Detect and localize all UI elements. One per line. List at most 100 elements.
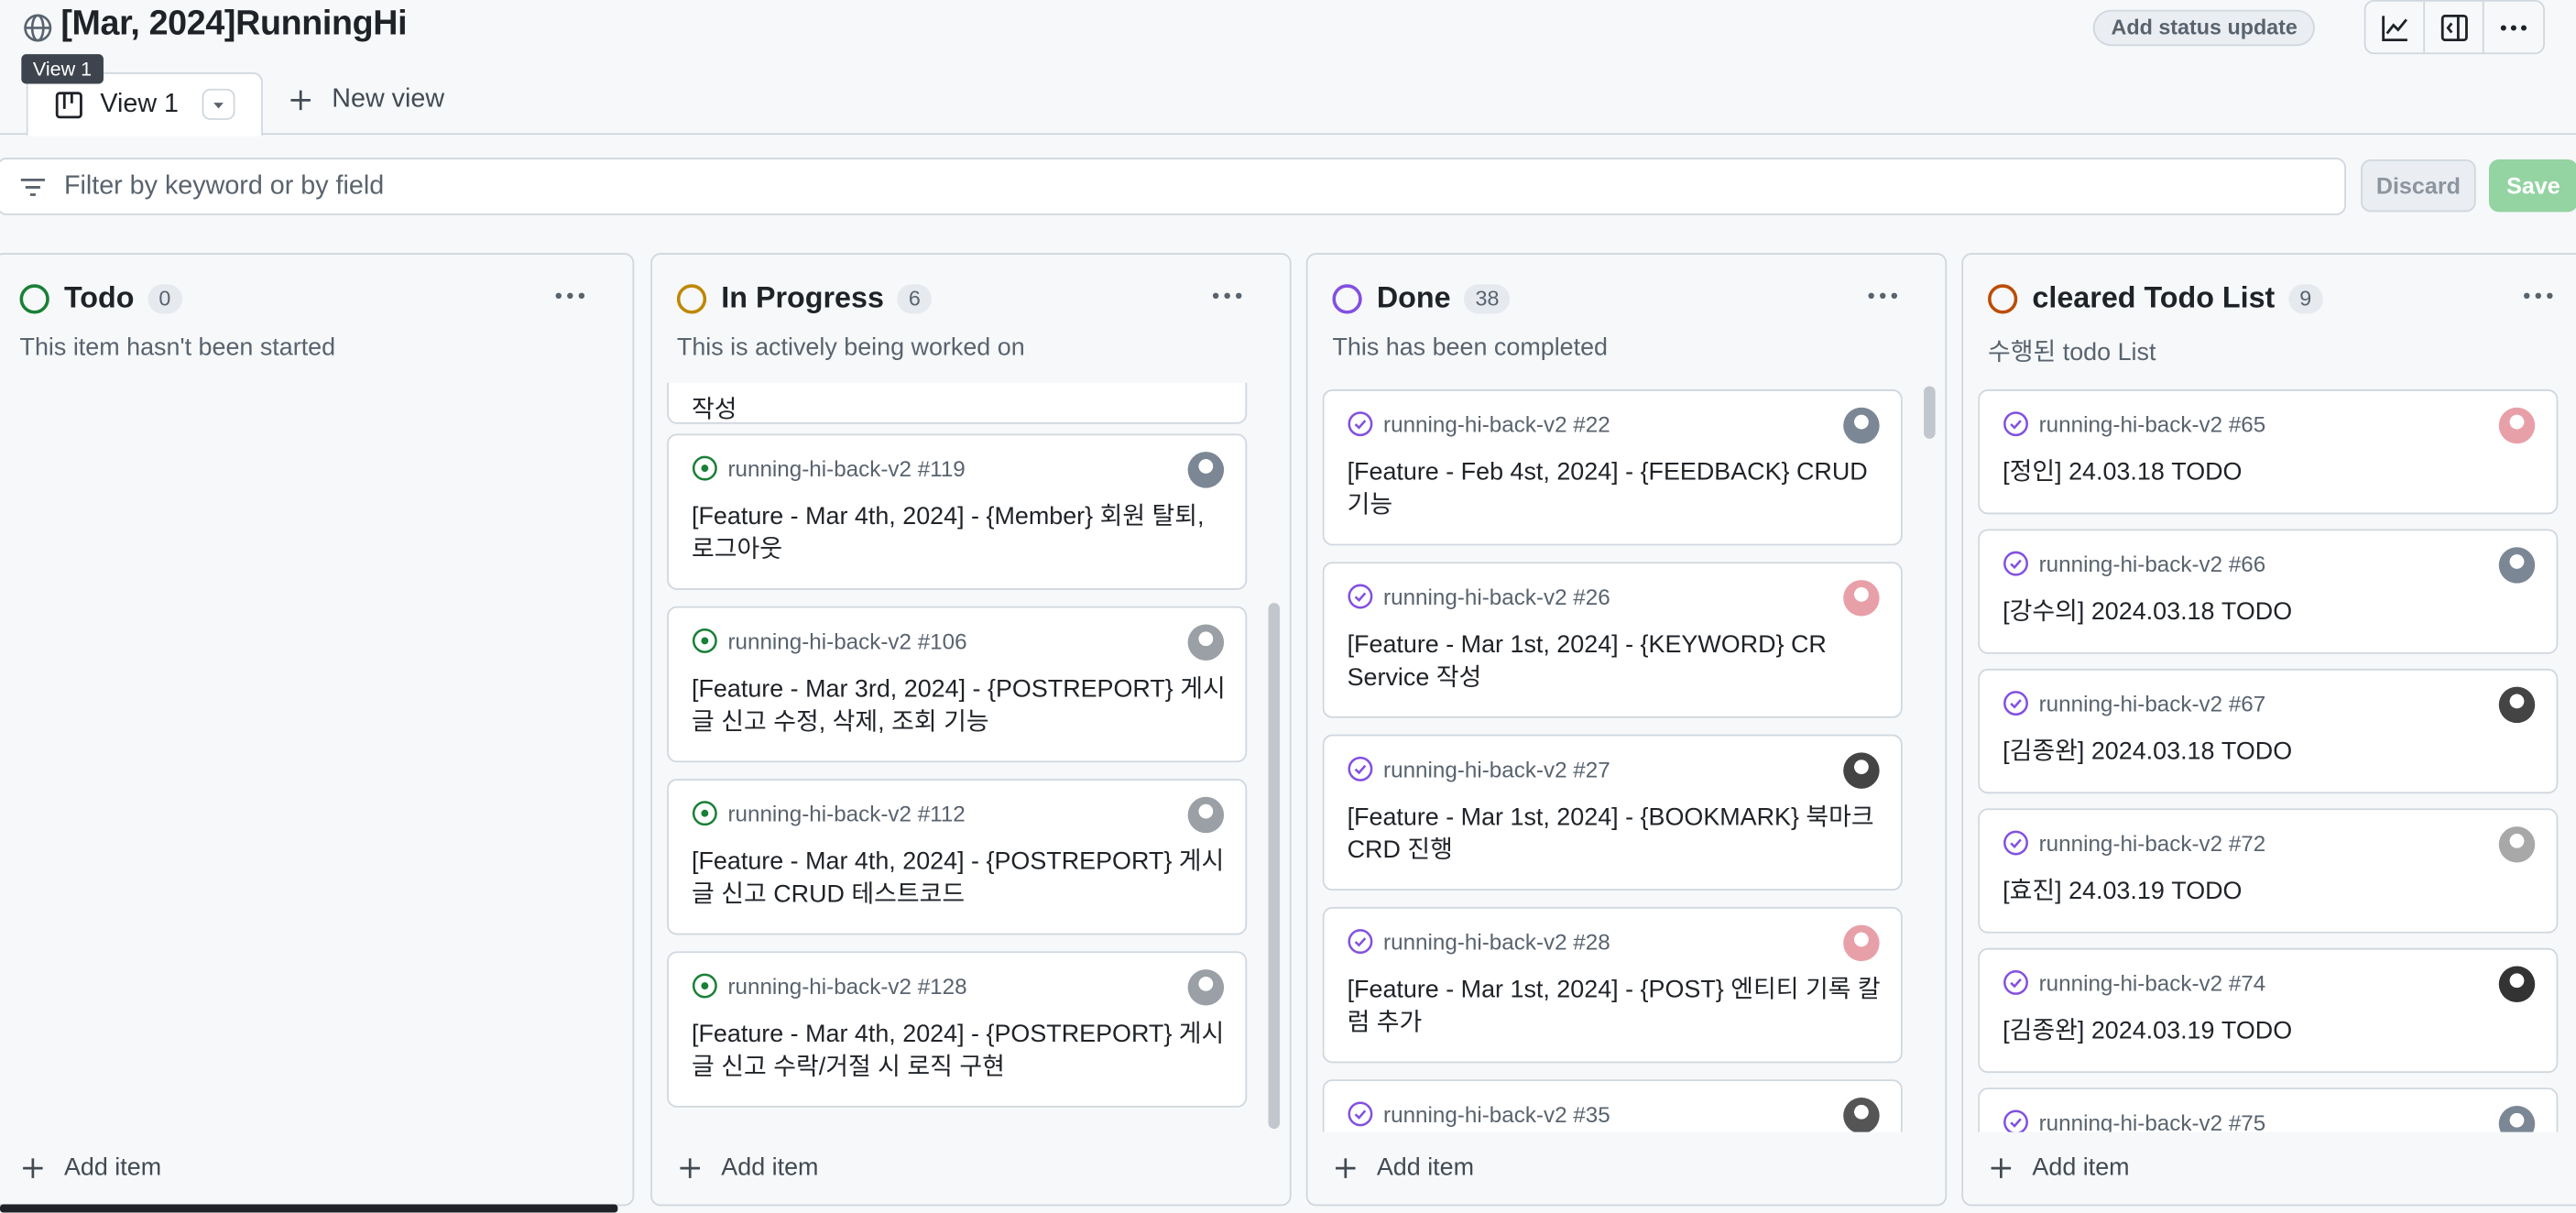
card[interactable]: running-hi-back-v2 #119 [Feature - Mar 4… <box>667 433 1248 590</box>
card[interactable]: running-hi-back-v2 #128 [Feature - Mar 4… <box>667 951 1248 1108</box>
issue-open-icon <box>692 455 717 481</box>
card[interactable]: running-hi-back-v2 #27 [Feature - Mar 1s… <box>1322 734 1903 891</box>
discard-button[interactable]: Discard <box>2361 158 2476 213</box>
status-circle-icon <box>19 283 49 313</box>
view-tooltip: View 1 <box>21 54 104 84</box>
project-header: [Mar, 2024]RunningHi Add status update <box>0 0 2576 60</box>
card-reference[interactable]: running-hi-back-v2 #112 <box>692 800 966 826</box>
card[interactable]: running-hi-back-v2 #22 [Feature - Feb 4s… <box>1322 389 1903 546</box>
add-item-button[interactable]: Add item <box>1334 1153 1474 1181</box>
column-menu-button[interactable] <box>1211 281 1244 316</box>
issue-reference: running-hi-back-v2 #27 <box>1383 756 1610 781</box>
avatar[interactable] <box>1187 624 1225 661</box>
card[interactable]: running-hi-back-v2 #28 [Feature - Mar 1s… <box>1322 906 1903 1064</box>
card[interactable]: running-hi-back-v2 #35 <box>1322 1079 1903 1132</box>
add-item-button[interactable]: Add item <box>1990 1153 2130 1181</box>
horizontal-scrollbar[interactable] <box>0 1204 618 1213</box>
card-title: [효진] 24.03.19 TODO <box>2003 877 2243 906</box>
kebab-horizontal-icon <box>1212 292 1242 300</box>
avatar[interactable] <box>1843 1097 1880 1132</box>
avatar[interactable] <box>1187 969 1225 1006</box>
card-reference[interactable]: running-hi-back-v2 #119 <box>692 455 966 482</box>
add-item-button[interactable]: Add item <box>679 1153 819 1182</box>
new-view-label: New view <box>332 85 445 114</box>
column-description: This has been completed <box>1332 333 1609 362</box>
view-options-dropdown[interactable] <box>202 88 235 120</box>
kebab-horizontal-icon <box>1868 292 1898 300</box>
card-title: [Feature - Mar 1st, 2024] - {POST} 엔티티 기… <box>1347 976 1881 1037</box>
card-reference[interactable]: running-hi-back-v2 #72 <box>2003 830 2265 857</box>
avatar[interactable] <box>2498 407 2536 444</box>
project-board: [Mar, 2024]RunningHi Add status update V… <box>0 0 2576 1213</box>
card[interactable]: running-hi-back-v2 #74 [김종완] 2024.03.19 … <box>1978 947 2559 1074</box>
status-circle-icon <box>1332 283 1362 313</box>
save-button[interactable]: Save <box>2489 158 2576 213</box>
column-scrollbar[interactable] <box>1268 383 1282 1132</box>
issue-reference: running-hi-back-v2 #66 <box>2038 551 2266 576</box>
insights-button[interactable] <box>2365 1 2426 53</box>
issue-reference: running-hi-back-v2 #26 <box>1383 584 1610 609</box>
card[interactable]: running-hi-back-v2 #66 [강수의] 2024.03.18 … <box>1978 529 2559 654</box>
avatar[interactable] <box>2498 1105 2536 1132</box>
column-menu-button[interactable] <box>1866 281 1899 316</box>
card-reference[interactable]: running-hi-back-v2 #66 <box>2003 551 2265 577</box>
card[interactable]: running-hi-back-v2 #106 [Feature - Mar 3… <box>667 606 1248 763</box>
add-item-label: Add item <box>63 1153 162 1182</box>
issue-closed-icon <box>2003 1109 2028 1132</box>
card-reference[interactable]: running-hi-back-v2 #26 <box>1348 584 1610 610</box>
avatar[interactable] <box>1843 752 1880 789</box>
scrollbar-thumb[interactable] <box>1268 603 1281 1130</box>
avatar[interactable] <box>1843 407 1880 444</box>
card[interactable]: running-hi-back-v2 #75 <box>1978 1087 2559 1132</box>
card-reference[interactable]: running-hi-back-v2 #28 <box>1348 928 1610 955</box>
card-reference[interactable]: running-hi-back-v2 #35 <box>1348 1101 1610 1128</box>
filter-placeholder: Filter by keyword or by field <box>63 171 385 200</box>
issue-closed-icon <box>2003 551 2028 576</box>
card-reference[interactable]: running-hi-back-v2 #27 <box>1348 756 1610 782</box>
card[interactable]: running-hi-back-v2 #112 [Feature - Mar 4… <box>667 779 1248 935</box>
avatar[interactable] <box>2498 826 2536 863</box>
scrollbar-thumb[interactable] <box>1924 386 1936 439</box>
avatar[interactable] <box>1843 924 1880 962</box>
card-title: [김종완] 2024.03.18 TODO <box>2003 738 2293 766</box>
tab-label: View 1 <box>100 89 180 118</box>
avatar[interactable] <box>2498 686 2536 724</box>
card-reference[interactable]: running-hi-back-v2 #106 <box>692 628 967 654</box>
column-menu-button[interactable] <box>553 281 586 316</box>
card[interactable]: running-hi-back-v2 #65 [정인] 24.03.18 TOD… <box>1978 389 2559 515</box>
issue-closed-icon <box>1348 584 1373 609</box>
add-status-update-button[interactable]: Add status update <box>2092 9 2316 47</box>
avatar[interactable] <box>2498 966 2536 1002</box>
side-panel-button[interactable] <box>2425 1 2484 53</box>
card[interactable]: running-hi-back-v2 #26 [Feature - Mar 1s… <box>1322 562 1903 718</box>
card-reference[interactable]: running-hi-back-v2 #22 <box>1348 410 1610 437</box>
avatar[interactable] <box>2498 547 2536 584</box>
card-reference[interactable]: running-hi-back-v2 #75 <box>2003 1109 2265 1132</box>
add-item-button[interactable]: Add item <box>21 1153 161 1181</box>
card[interactable]: running-hi-back-v2 #72 [효진] 24.03.19 TOD… <box>1978 808 2559 934</box>
column-count: 6 <box>897 283 933 313</box>
card-reference[interactable]: running-hi-back-v2 #67 <box>2003 690 2265 716</box>
plus-icon <box>23 1157 43 1177</box>
card-reference[interactable]: running-hi-back-v2 #65 <box>2003 410 2265 437</box>
card-title: 작성 <box>692 396 737 424</box>
card-reference[interactable]: running-hi-back-v2 #128 <box>692 973 967 1000</box>
avatar[interactable] <box>1187 796 1225 834</box>
column-menu-button[interactable] <box>2522 281 2555 316</box>
issue-closed-icon <box>1348 1101 1373 1127</box>
globe-icon <box>24 14 52 42</box>
issue-closed-icon <box>1348 929 1373 955</box>
more-options-button[interactable] <box>2484 2 2544 53</box>
add-item-label: Add item <box>721 1153 819 1182</box>
triangle-down-icon <box>213 102 224 108</box>
filter-input[interactable]: Filter by keyword or by field <box>0 158 2346 215</box>
column-scrollbar[interactable] <box>1924 383 1937 1132</box>
card[interactable]: 작성 <box>667 382 1248 424</box>
card[interactable]: running-hi-back-v2 #67 [김종완] 2024.03.18 … <box>1978 668 2559 794</box>
issue-reference: running-hi-back-v2 #65 <box>2038 411 2266 437</box>
issue-reference: running-hi-back-v2 #106 <box>727 628 967 653</box>
card-reference[interactable]: running-hi-back-v2 #74 <box>2003 969 2265 996</box>
avatar[interactable] <box>1843 580 1880 617</box>
avatar[interactable] <box>1187 452 1225 488</box>
new-view-button[interactable]: New view <box>289 85 444 115</box>
